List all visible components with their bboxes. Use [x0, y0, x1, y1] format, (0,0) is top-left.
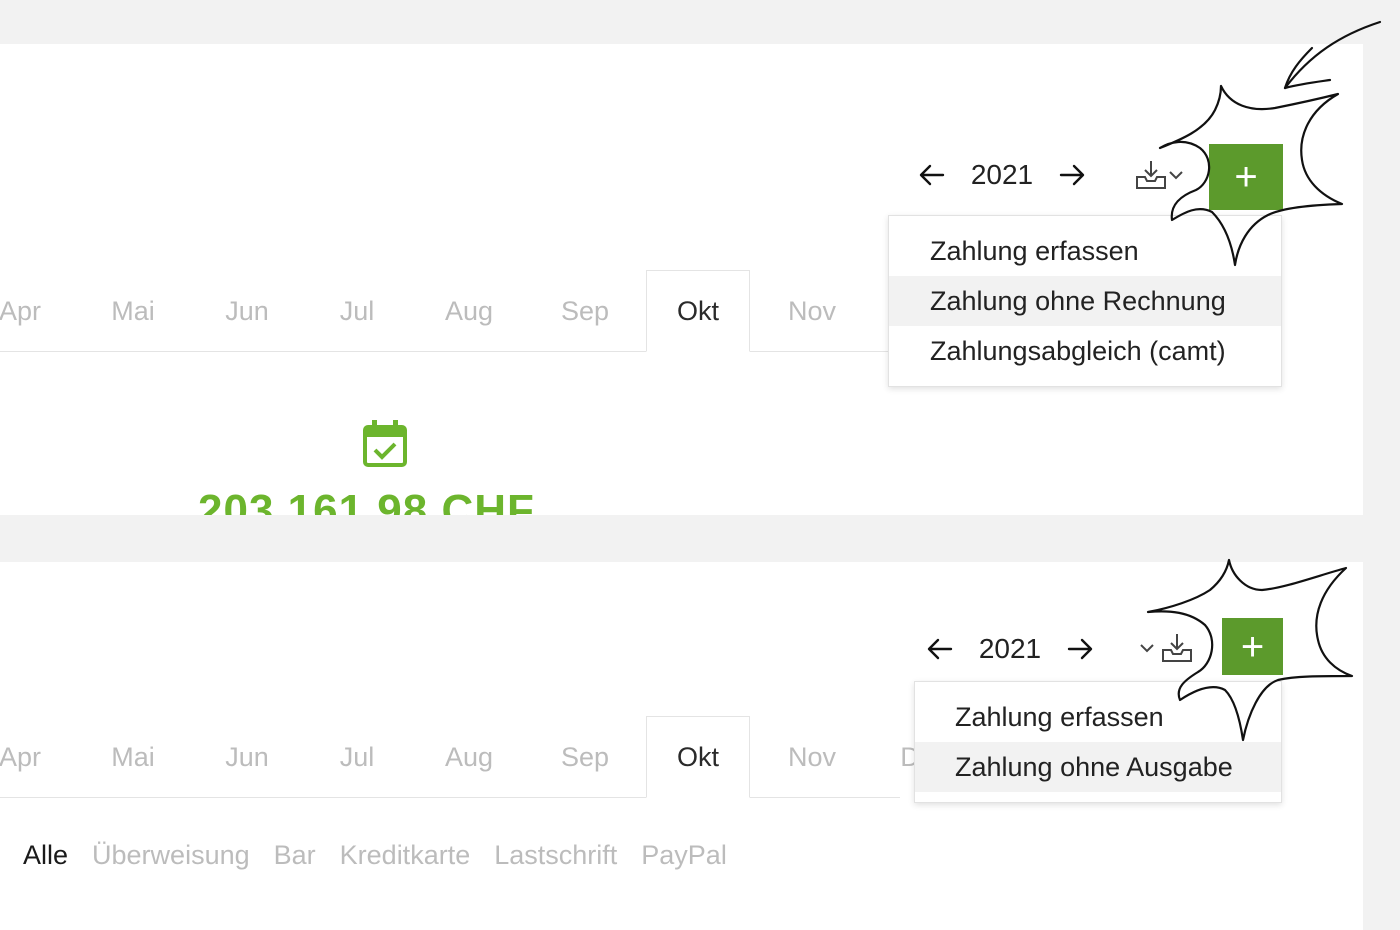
export-dropdown-button[interactable]	[1134, 158, 1184, 192]
payments-panel-bottom: 2021 + Apr Mai Jun Jul Aug Sep Okt Nov D Zahlung…	[0, 562, 1363, 930]
menu-item-label: Zahlung erfassen	[955, 701, 1164, 732]
month-tabs: Apr Mai Jun Jul Aug Sep Okt Nov	[0, 270, 900, 352]
next-year-button[interactable]	[1065, 634, 1095, 664]
add-payment-menu: Zahlung erfassen Zahlung ohne Rechnung Z…	[888, 215, 1282, 387]
chevron-down-icon	[1140, 644, 1154, 653]
year-navigator: 2021	[925, 633, 1095, 665]
payments-panel-top: 2021 + Apr Mai Jun Jul Aug Sep Okt Nov Zahlung …	[0, 44, 1363, 515]
menu-item-label: Zahlung erfassen	[930, 235, 1139, 266]
year-navigator: 2021	[917, 159, 1087, 191]
tab-month-aug[interactable]: Aug	[424, 716, 514, 798]
add-payment-menu: Zahlung erfassen Zahlung ohne Ausgabe	[914, 681, 1282, 803]
menu-item-label: Zahlung ohne Rechnung	[930, 285, 1226, 316]
download-tray-icon	[1162, 634, 1192, 662]
menu-item-label: Zahlungsabgleich (camt)	[930, 335, 1226, 366]
filter-lastschrift[interactable]: Lastschrift	[494, 840, 617, 871]
filter-paypal[interactable]: PayPal	[641, 840, 727, 871]
previous-year-button[interactable]	[925, 634, 955, 664]
tab-month-mai[interactable]: Mai	[88, 716, 178, 798]
download-tray-icon	[1136, 161, 1166, 189]
tab-month-jun[interactable]: Jun	[202, 716, 292, 798]
tab-month-okt[interactable]: Okt	[646, 270, 750, 352]
year-label: 2021	[970, 159, 1034, 190]
next-year-button[interactable]	[1057, 160, 1087, 190]
payment-type-filters: Alle Überweisung Bar Kreditkarte Lastschrift…	[23, 840, 727, 871]
export-dropdown-button[interactable]	[1138, 631, 1194, 665]
filter-überweisung[interactable]: Überweisung	[92, 840, 250, 871]
plus-icon: +	[1240, 624, 1265, 669]
add-payment-button[interactable]: +	[1209, 144, 1283, 210]
tab-month-jul[interactable]: Jul	[312, 270, 402, 352]
arrow-right-icon	[1067, 638, 1093, 660]
previous-year-button[interactable]	[917, 160, 947, 190]
arrow-left-icon	[927, 638, 953, 660]
chevron-down-icon	[1169, 171, 1183, 180]
menu-item-zahlung-ohne-ausgabe[interactable]: Zahlung ohne Ausgabe	[915, 742, 1281, 792]
add-payment-button[interactable]: +	[1222, 618, 1283, 675]
menu-item-zahlung-erfassen[interactable]: Zahlung erfassen	[915, 692, 1281, 742]
arrow-left-icon	[919, 164, 945, 186]
menu-item-zahlung-ohne-rechnung[interactable]: Zahlung ohne Rechnung	[889, 276, 1281, 326]
tab-month-apr[interactable]: Apr	[0, 716, 65, 798]
month-tabs: Apr Mai Jun Jul Aug Sep Okt Nov D	[0, 716, 920, 798]
menu-item-zahlungsabgleich-camt[interactable]: Zahlungsabgleich (camt)	[889, 326, 1281, 376]
filter-bar[interactable]: Bar	[274, 840, 316, 871]
filter-kreditkarte[interactable]: Kreditkarte	[340, 840, 471, 871]
plus-icon: +	[1234, 155, 1258, 199]
tab-month-apr[interactable]: Apr	[0, 270, 65, 352]
tab-month-sep[interactable]: Sep	[540, 716, 630, 798]
tab-month-sep[interactable]: Sep	[540, 270, 630, 352]
filter-alle[interactable]: Alle	[23, 840, 68, 871]
total-amount: 203 161.98 CHF	[198, 486, 535, 515]
tab-month-nov[interactable]: Nov	[767, 270, 857, 352]
tab-month-mai[interactable]: Mai	[88, 270, 178, 352]
tab-month-okt[interactable]: Okt	[646, 716, 750, 798]
year-label: 2021	[978, 633, 1042, 664]
menu-item-label: Zahlung ohne Ausgabe	[955, 751, 1233, 782]
tab-month-jul[interactable]: Jul	[312, 716, 402, 798]
menu-item-zahlung-erfassen[interactable]: Zahlung erfassen	[889, 226, 1281, 276]
tab-month-aug[interactable]: Aug	[424, 270, 514, 352]
tab-month-jun[interactable]: Jun	[202, 270, 292, 352]
calendar-check-icon	[363, 420, 407, 467]
arrow-right-icon	[1059, 164, 1085, 186]
tab-month-nov[interactable]: Nov	[767, 716, 857, 798]
